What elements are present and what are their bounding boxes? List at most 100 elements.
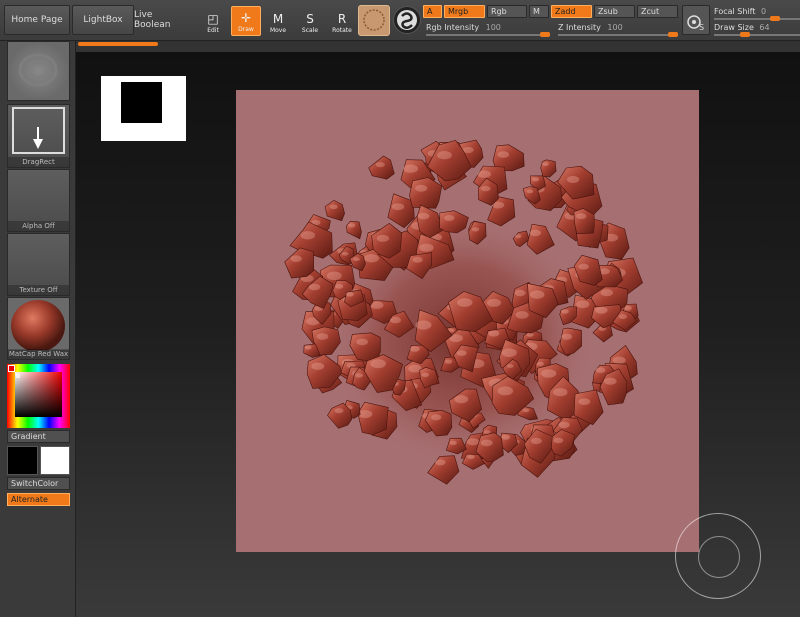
stone-highlight — [529, 290, 545, 299]
draw-tool-label: Draw — [238, 26, 254, 33]
stone-highlight — [437, 151, 452, 160]
stone-highlight — [403, 164, 418, 173]
stone-highlight — [457, 298, 473, 307]
draw-icon: ✛ — [240, 11, 252, 25]
zsub-button[interactable]: Zsub — [594, 5, 635, 18]
zcut-button[interactable]: Zcut — [637, 5, 678, 18]
rgb-intensity-slider[interactable]: Rgb Intensity 100 — [426, 22, 551, 34]
texture-slot[interactable]: Texture Off — [7, 233, 70, 296]
lightbox-button[interactable]: LightBox — [72, 5, 134, 35]
m-button[interactable]: M — [529, 5, 549, 18]
stone — [324, 199, 345, 222]
rgb-intensity-value: 100 — [485, 23, 501, 32]
stone-highlight — [444, 359, 453, 364]
draw-tool-button[interactable]: ✛ Draw — [231, 6, 261, 36]
stone-highlight — [612, 356, 626, 364]
stone-highlight — [542, 162, 549, 166]
navigator-thumbnail[interactable] — [101, 76, 186, 141]
canvas-document[interactable] — [236, 90, 699, 552]
focal-shift-label: Focal Shift — [714, 7, 756, 16]
dynamic-size-button[interactable]: S — [682, 5, 710, 35]
stone — [357, 401, 389, 436]
switch-color-button[interactable]: SwitchColor — [7, 477, 70, 490]
z-intensity-slider[interactable]: Z Intensity 100 — [558, 22, 683, 34]
stone-highlight — [578, 398, 591, 405]
stone-highlight — [355, 373, 363, 378]
edit-tool-button[interactable]: ◰ Edit — [198, 6, 228, 36]
stone — [540, 159, 557, 178]
stone-highlight — [456, 350, 467, 356]
matcap-label: MatCap Red Wax — [8, 349, 69, 359]
color-picker-cursor[interactable] — [16, 374, 20, 378]
stone-highlight — [488, 330, 500, 337]
z-intensity-knob[interactable] — [668, 32, 678, 37]
stone-highlight — [578, 263, 589, 270]
stone-highlight — [364, 254, 379, 263]
matcap-red-wax-sphere — [8, 298, 69, 350]
stone-highlight — [515, 234, 522, 239]
secondary-color-swatch[interactable] — [40, 446, 70, 475]
sculpted-stones-pattern — [284, 139, 643, 485]
stone-highlight — [595, 306, 608, 314]
arrow-down-icon — [33, 127, 43, 149]
texture-label: Texture Off — [8, 285, 69, 295]
live-boolean-button[interactable]: Live Boolean — [134, 5, 190, 35]
alternate-button[interactable]: Alternate — [7, 493, 70, 506]
stone-highlight — [415, 320, 432, 330]
edit-icon: ◰ — [207, 12, 219, 26]
move-tool-button[interactable]: M Move — [263, 6, 293, 36]
z-intensity-track[interactable] — [558, 34, 678, 36]
gradient-button[interactable]: Gradient — [7, 430, 70, 443]
focal-shift-value: 0 — [761, 7, 767, 16]
stone-highlight — [576, 300, 590, 309]
material-slot[interactable]: MatCap Red Wax — [7, 297, 70, 360]
stone-highlight — [623, 306, 632, 311]
stone-highlight — [553, 437, 564, 444]
alpha-slot[interactable]: Alpha Off — [7, 169, 70, 232]
brush-thumbnail-button[interactable] — [358, 5, 390, 36]
dragrect-stroke-slot[interactable]: DragRect — [7, 104, 70, 168]
stone-highlight — [595, 367, 606, 374]
color-picker-field[interactable] — [15, 372, 62, 417]
move-icon: M — [272, 12, 284, 26]
navigator-view-rect — [121, 82, 162, 123]
stroke-thumbnail-button[interactable] — [393, 6, 421, 34]
mrgb-button[interactable]: Mrgb — [444, 5, 485, 18]
main-color-swatch[interactable] — [7, 446, 38, 475]
progress-bar — [78, 42, 158, 46]
stone-highlight — [480, 439, 493, 447]
focal-shift-track[interactable] — [714, 18, 800, 20]
current-color-swatch — [8, 365, 15, 372]
stone-highlight — [530, 437, 542, 445]
navigation-gizmo-inner[interactable] — [698, 536, 740, 578]
focal-shift-slider[interactable]: Focal Shift 0 — [714, 6, 800, 18]
color-picker[interactable] — [7, 364, 70, 428]
stone-highlight — [410, 346, 420, 352]
stone-highlight — [316, 333, 329, 340]
stone-highlight — [435, 459, 446, 466]
top-toolbar: Home Page LightBox Live Boolean ◰ Edit ✛… — [0, 0, 800, 41]
rgb-intensity-track[interactable] — [426, 34, 550, 36]
stone-highlight — [576, 213, 587, 220]
dynamic-icon: S — [687, 15, 704, 32]
brush-preview-slot[interactable] — [7, 41, 70, 101]
stone-highlight — [514, 289, 526, 297]
edit-tool-label: Edit — [207, 27, 219, 34]
stone-highlight — [467, 455, 475, 459]
rgb-intensity-knob[interactable] — [540, 32, 550, 37]
stone-highlight — [391, 203, 405, 211]
a-mode-button[interactable]: A — [423, 5, 442, 18]
stone-highlight — [421, 372, 430, 377]
scale-tool-button[interactable]: S Scale — [295, 6, 325, 36]
rotate-tool-button[interactable]: R Rotate — [327, 6, 357, 36]
navigation-gizmo[interactable] — [675, 513, 761, 599]
rgb-button[interactable]: Rgb — [487, 5, 527, 18]
focal-shift-knob[interactable] — [770, 16, 780, 21]
zadd-button[interactable]: Zadd — [551, 5, 592, 18]
home-page-button[interactable]: Home Page — [4, 5, 70, 35]
draw-size-slider[interactable]: Draw Size 64 — [714, 22, 800, 34]
draw-size-knob[interactable] — [740, 32, 750, 37]
stone-highlight — [526, 189, 534, 194]
draw-size-track[interactable] — [714, 34, 800, 36]
stone-highlight — [462, 146, 474, 154]
